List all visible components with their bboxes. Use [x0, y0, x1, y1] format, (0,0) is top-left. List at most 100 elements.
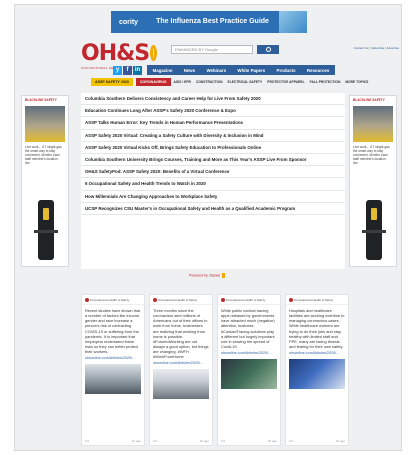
card-source: Occupational Health & Safety — [286, 295, 348, 306]
logo-ring-icon — [150, 45, 157, 61]
topic-electrical-safety[interactable]: ELECTRICAL SAFETY — [228, 80, 263, 84]
side-ad-photo — [353, 106, 393, 142]
topic-protective-apparel[interactable]: PROTECTIVE APPAREL — [267, 80, 304, 84]
utility-links[interactable]: Contact Us | Subscribe | Advertise — [354, 46, 399, 50]
search-button[interactable] — [257, 45, 279, 54]
nav-bar: Magazine News Webinars White Papers Prod… — [147, 65, 335, 75]
ad-image — [279, 11, 307, 33]
nav-item-products[interactable]: Products — [277, 68, 296, 73]
powered-by[interactable]: Powered by stacker — [189, 273, 225, 278]
top-ad-banner[interactable]: cority The Influenza Best Practice Guide — [111, 11, 307, 33]
linkedin-icon[interactable]: in — [133, 65, 142, 75]
card-time: 2h ago — [335, 439, 345, 443]
card-source-name: Occupational Health & Safety — [158, 298, 198, 302]
topic-pill-assp[interactable]: ASSP SAFETY 2020 — [91, 77, 133, 86]
card-body: While public contact tracing apps releas… — [221, 308, 275, 349]
card-actions[interactable]: 0 0 — [221, 439, 225, 443]
device-strap — [362, 230, 386, 233]
headline-link[interactable]: UCSP Recognizes CSU Master's in Occupati… — [81, 203, 345, 215]
headline-link[interactable]: How Millennials Are Changing Approaches … — [81, 191, 345, 203]
card-link[interactable]: ohsonline.com/Articles/2020/... — [218, 351, 280, 356]
headline-link[interactable]: Columbia Southern Delivers Consistency a… — [81, 93, 345, 106]
feed-card[interactable]: Occupational Health & Safety While publi… — [217, 294, 281, 446]
card-image[interactable] — [221, 358, 277, 389]
page: cority The Influenza Best Practice Guide… — [14, 4, 402, 451]
headline-link[interactable]: Education Continues Long After ASSP's Sa… — [81, 105, 345, 118]
card-actions[interactable]: 0 0 — [289, 439, 293, 443]
headline-link[interactable]: ASSP Safety 2020 Virtual: Creating a Saf… — [81, 130, 345, 142]
source-avatar-icon — [153, 298, 157, 303]
source-avatar-icon — [221, 298, 225, 303]
card-image[interactable] — [85, 363, 141, 394]
ad-brand: cority — [119, 18, 139, 26]
side-ad-photo — [25, 106, 65, 142]
headline-link[interactable]: Columbia Southern University Brings Cour… — [81, 154, 345, 167]
side-ad-logo: BLACKLINE SAFETY — [25, 98, 57, 102]
card-footer: 0 0 1h ago — [85, 439, 141, 443]
nav-item-webinars[interactable]: Webinars — [206, 68, 226, 73]
topic-pill-coronavirus[interactable]: CORONAVIRUS — [135, 77, 171, 86]
source-avatar-icon — [289, 298, 293, 303]
card-footer: 0 0 2h ago — [221, 439, 277, 443]
card-time: 2h ago — [267, 439, 277, 443]
card-link[interactable]: ohsonline.com/Articles/2020/... — [82, 356, 144, 361]
main-nav: y f in Magazine News Webinars White Pape… — [113, 65, 335, 75]
topic-fall-protection[interactable]: FALL PROTECTION — [310, 80, 341, 84]
nav-item-magazine[interactable]: Magazine — [153, 68, 173, 73]
side-ad-logo: BLACKLINE SAFETY — [353, 98, 385, 102]
topic-aids-epr[interactable]: AIDS / EPR — [174, 80, 191, 84]
device-screen — [43, 208, 49, 220]
card-source: Occupational Health & Safety — [82, 295, 144, 306]
right-side-ad[interactable]: BLACKLINE SAFETY Live work... G7 single-… — [349, 95, 397, 267]
card-link[interactable]: ohsonline.com/Articles/2020/... — [286, 351, 348, 356]
device-strap — [34, 230, 58, 233]
feed-card[interactable]: Occupational Health & Safety Three month… — [149, 294, 213, 446]
card-image[interactable] — [153, 368, 209, 399]
device-screen — [371, 208, 377, 220]
topic-nav: ASSP SAFETY 2020 CORONAVIRUS AIDS / EPR … — [91, 77, 401, 86]
powered-by-label: Powered by stacker — [189, 273, 221, 278]
ohs-logo[interactable]: OH&S — [81, 39, 157, 67]
headline-link[interactable]: ASSP Safety 2020 Virtual Kicks Off, Brin… — [81, 142, 345, 154]
card-body: Hospitals and healthcare facilities are … — [289, 308, 345, 349]
card-source: Occupational Health & Safety — [218, 295, 280, 306]
card-body: Three months since the coronavirus sent … — [153, 308, 209, 360]
facebook-icon[interactable]: f — [123, 65, 132, 75]
nav-item-news[interactable]: News — [184, 68, 195, 73]
card-footer: 0 0 2h ago — [289, 439, 345, 443]
card-time: 1h ago — [199, 439, 209, 443]
logo-text: OH&S — [81, 40, 150, 66]
search-icon — [265, 47, 271, 52]
gas-detector-image — [34, 200, 58, 260]
card-actions[interactable]: 0 0 — [85, 439, 89, 443]
card-link[interactable]: ohsonline.com/Articles/2020/... — [150, 361, 212, 366]
card-time: 1h ago — [131, 439, 141, 443]
ad-headline: The Influenza Best Practice Guide — [156, 18, 269, 25]
card-source-name: Occupational Health & Safety — [226, 298, 266, 302]
stacker-icon — [221, 273, 225, 278]
feed-card[interactable]: Occupational Health & Safety Hospitals a… — [285, 294, 349, 446]
headline-link[interactable]: 5 Occupational Safety and Health Trends … — [81, 178, 345, 191]
search-input[interactable]: ENHANCED BY Google — [171, 45, 253, 54]
side-ad-copy: Live work... G7 single-gas the smart way… — [25, 145, 62, 165]
side-ad-copy: Live work... G7 single-gas the smart way… — [353, 145, 390, 165]
nav-item-white-papers[interactable]: White Papers — [237, 68, 265, 73]
source-avatar-icon — [85, 298, 89, 303]
card-source-name: Occupational Health & Safety — [90, 298, 130, 302]
card-actions[interactable]: 0 0 — [153, 439, 157, 443]
left-side-ad[interactable]: BLACKLINE SAFETY Live work... G7 single-… — [21, 95, 69, 267]
card-footer: 0 0 1h ago — [153, 439, 209, 443]
gas-detector-image — [362, 200, 386, 260]
card-source: Occupational Health & Safety — [150, 295, 212, 306]
twitter-icon[interactable]: y — [113, 65, 122, 75]
card-image[interactable] — [289, 358, 345, 389]
headline-link[interactable]: OH&S SafetyPod: ASSP Safety 2020: Benefi… — [81, 166, 345, 179]
topic-more-topics[interactable]: MORE TOPICS — [345, 80, 368, 84]
feed-card[interactable]: Occupational Health & Safety Recent stud… — [81, 294, 145, 446]
nav-item-resources[interactable]: Resources — [307, 68, 329, 73]
card-source-name: Occupational Health & Safety — [294, 298, 334, 302]
headline-list: Columbia Southern Delivers Consistency a… — [81, 93, 345, 269]
card-body: Recent studies have shown that a number … — [85, 308, 141, 354]
headline-link[interactable]: ASSP Talks Human Error: Key Trends in Hu… — [81, 117, 345, 130]
topic-construction[interactable]: CONSTRUCTION — [196, 80, 223, 84]
